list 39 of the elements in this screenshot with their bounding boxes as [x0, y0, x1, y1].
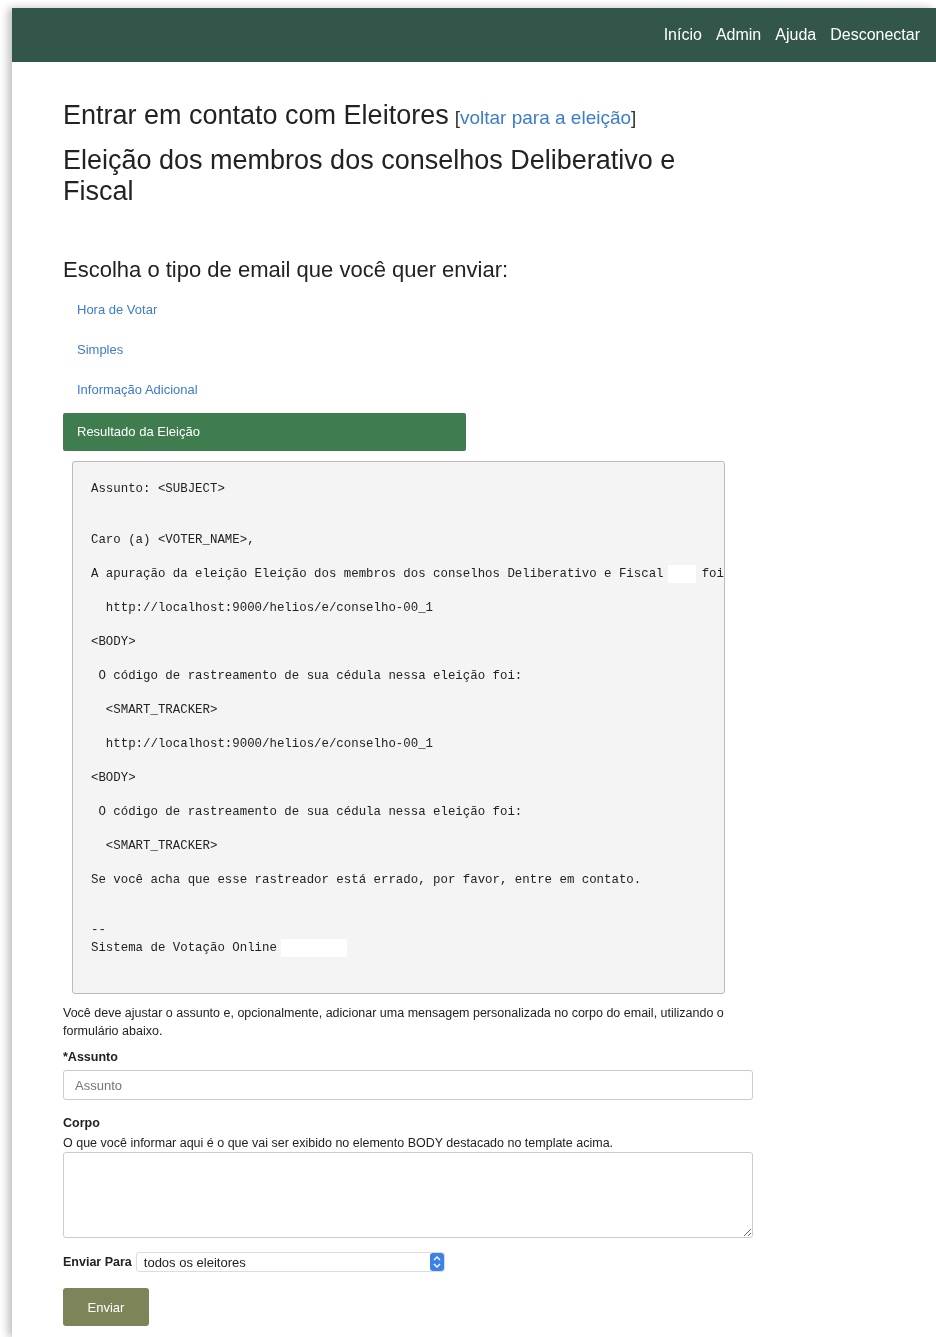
send-to-label: Enviar Para — [63, 1255, 132, 1269]
subject-label: *Assunto — [63, 1050, 119, 1064]
template-line: Caro (a) <VOTER_NAME>, — [91, 533, 255, 547]
template-line: http://localhost:9000/helios/e/conselho-00_1 — [104, 601, 434, 615]
bracket: [ — [454, 107, 460, 129]
template-line: Se você acha que esse rastreador está errado, por favor, entre em contato. — [91, 873, 642, 887]
nav-link[interactable]: Ajuda — [775, 26, 817, 44]
email-type-item[interactable]: Simples — [63, 331, 466, 369]
nav-link[interactable]: Início — [663, 26, 702, 44]
send-button[interactable]: Enviar — [63, 1288, 149, 1326]
section-heading: Escolha o tipo de email que você quer enviar: — [63, 257, 510, 283]
nav-link[interactable]: Admin — [715, 26, 762, 44]
template-line: O código de rastreamento de sua cédula nessa eleição foi: — [97, 805, 523, 819]
template-line: O código de rastreamento de sua cédula nessa eleição foi: — [97, 669, 523, 683]
page-title: Entrar em contato com Eleitores — [63, 100, 449, 131]
send-to-select[interactable]: todos os eleitores — [135, 1252, 445, 1272]
template-line: A apuração da eleição Eleição dos membros dos conselhos Deliberativo e Fiscal — [91, 567, 664, 581]
body-label: Corpo — [63, 1116, 101, 1130]
template-line: <SMART_TRACKER> — [104, 839, 218, 853]
email-type-item[interactable]: Hora de Votar — [63, 291, 466, 329]
select-arrows-icon — [429, 1253, 444, 1271]
nav-link[interactable]: Desconectar — [830, 26, 920, 44]
template-line: -- — [91, 923, 106, 937]
instructions: Você deve ajustar o assunto e, opcionalmente, adicionar uma mensagem personalizada no corpo do email, utilizando o formulário abaixo. — [63, 1005, 725, 1040]
email-type-item[interactable]: Informação Adicional — [63, 371, 466, 409]
subject-field[interactable]: Assunto — [63, 1070, 753, 1100]
election-name: Eleição dos membros dos conselhos Deliberativo e Fiscal — [63, 145, 677, 207]
template-line: Assunto: <SUBJECT> — [91, 482, 225, 496]
email-type-item[interactable]: Resultado da Eleição — [63, 413, 466, 451]
template-line: Sistema de Votação Online — [91, 941, 277, 955]
template-line: <BODY> — [91, 635, 136, 649]
template-line: <BODY> — [91, 771, 136, 785]
body-field[interactable] — [63, 1152, 753, 1238]
bracket: ] — [631, 107, 637, 129]
body-help: O que você informar aqui é o que vai ser exibido no elemento BODY destacado no template acima. — [63, 1136, 615, 1150]
back-link[interactable]: voltar para a eleição — [459, 107, 632, 129]
template-line: <SMART_TRACKER> — [104, 703, 218, 717]
template-line: http://localhost:9000/helios/e/conselho-00_1 — [104, 737, 434, 751]
template-line: foi — [701, 567, 724, 581]
